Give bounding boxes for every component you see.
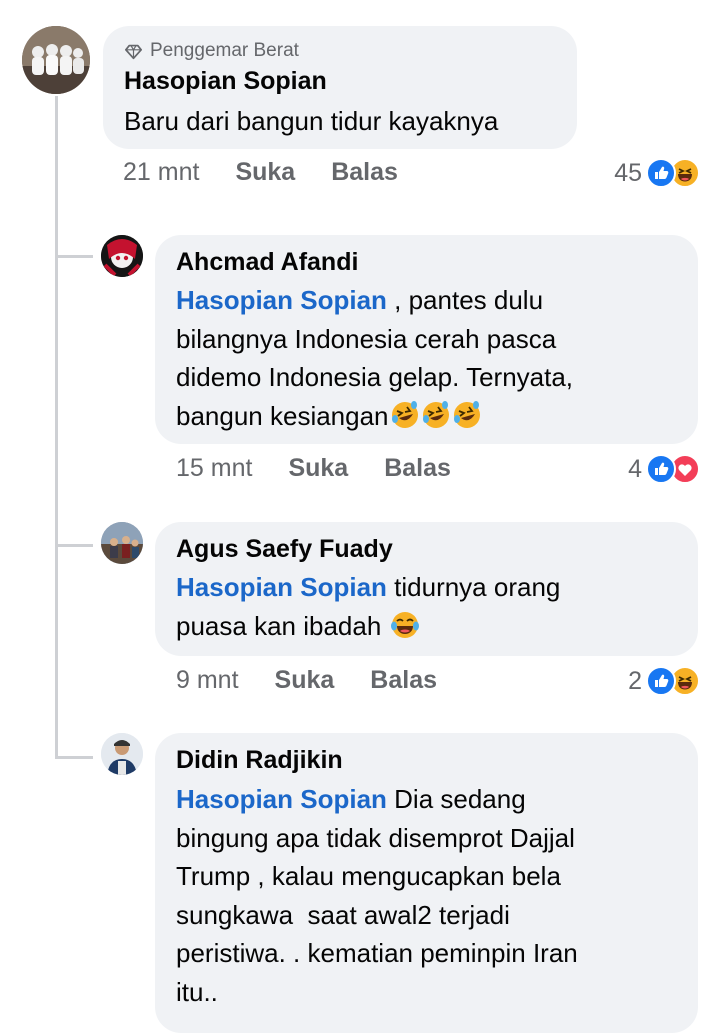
- reaction-summary[interactable]: 4: [628, 454, 700, 484]
- avatar[interactable]: [101, 235, 143, 277]
- comment-time[interactable]: 9 mnt: [176, 666, 239, 695]
- comment-author[interactable]: Ahcmad Afandi: [176, 248, 358, 277]
- tears-of-joy-emoji: [390, 611, 419, 638]
- comment-text: Hasopian Sopian Dia sedang bingung apa t…: [176, 780, 691, 1011]
- comment-text: Hasopian Sopian , pantes dulu bilangnya …: [176, 281, 691, 435]
- comment-text: Baru dari bangun tidur kayaknya: [124, 106, 499, 136]
- mention-link[interactable]: Hasopian Sopian: [176, 784, 387, 814]
- comment-line: bilangnya Indonesia cerah pasca: [176, 323, 557, 354]
- reaction-count: 45: [614, 158, 642, 187]
- rofl-emoji: [422, 400, 449, 428]
- comment-meta: 15 mnt Suka Balas: [176, 454, 451, 483]
- comment-text-segment: bangun kesiangan: [176, 400, 389, 431]
- reaction-count: 4: [628, 454, 642, 483]
- comment-time[interactable]: 15 mnt: [176, 454, 252, 483]
- comment-text-segment: , pantes dulu: [386, 285, 544, 315]
- comment-text-segment: tidurnya orang: [386, 572, 561, 602]
- mention-link[interactable]: Hasopian Sopian: [176, 285, 387, 315]
- rofl-emoji: [453, 400, 480, 428]
- mention-link[interactable]: Hasopian Sopian: [176, 572, 387, 602]
- reply-button[interactable]: Balas: [370, 666, 437, 695]
- thread-branch-1: [55, 255, 93, 258]
- like-button[interactable]: Suka: [288, 454, 348, 483]
- person-photo-icon: [101, 733, 143, 775]
- rofl-emoji: [391, 400, 418, 428]
- comment-line: Hasopian Sopian Dia sedang: [176, 780, 691, 819]
- anime-avatar-icon: [101, 235, 143, 277]
- top-fan-badge: Penggemar Berat: [125, 40, 299, 62]
- avatar[interactable]: [101, 733, 143, 775]
- comment-line: peristiwa. . kematian peminpin Iran: [176, 938, 578, 968]
- comment-line: didemo Indonesia gelap. Ternyata,: [176, 362, 574, 392]
- comment-text-segment: puasa kan ibadah: [176, 610, 389, 641]
- comment-meta: 9 mnt Suka Balas: [176, 666, 437, 695]
- avatar[interactable]: [22, 26, 90, 94]
- avatar[interactable]: [101, 522, 143, 564]
- comment-meta: 21 mnt Suka Balas: [123, 158, 398, 187]
- diamond-icon: [125, 44, 142, 59]
- thread-line-vertical: [55, 96, 58, 756]
- comment-bubble: Penggemar Berat Hasopian Sopian Baru dar…: [103, 26, 577, 149]
- group-photo-icon: [22, 26, 90, 94]
- reaction-summary[interactable]: 45: [614, 158, 700, 188]
- comment-line: puasa kan ibadah: [176, 607, 691, 646]
- comment-line: bangun kesiangan: [176, 397, 691, 436]
- like-icon: [646, 454, 676, 484]
- like-button[interactable]: Suka: [235, 158, 295, 187]
- thread-branch-3: [55, 756, 93, 759]
- like-icon: [646, 666, 676, 696]
- comment-author[interactable]: Hasopian Sopian: [124, 67, 327, 96]
- comment-text-segment: Dia sedang: [386, 784, 526, 814]
- badge-label: Penggemar Berat: [150, 40, 299, 61]
- like-button[interactable]: Suka: [275, 666, 335, 695]
- reaction-count: 2: [628, 666, 642, 695]
- comment-time[interactable]: 21 mnt: [123, 158, 199, 187]
- comment-text: Hasopian Sopian tidurnya orang puasa kan…: [176, 568, 691, 645]
- comment-line: sungkawa saat awal2 terjadi: [176, 899, 510, 930]
- comment-bubble: Agus Saefy Fuady Hasopian Sopian tidurny…: [155, 522, 698, 656]
- comment-line: itu..: [176, 976, 218, 1007]
- reply-button[interactable]: Balas: [331, 158, 398, 187]
- comment-bubble: Ahcmad Afandi Hasopian Sopian , pantes d…: [155, 235, 698, 444]
- comment-bubble: Didin Radjikin Hasopian Sopian Dia sedan…: [155, 733, 698, 1033]
- comment-line: Hasopian Sopian , pantes dulu: [176, 281, 691, 320]
- group-photo-icon: [101, 522, 143, 564]
- comment-line: Trump , kalau mengucapkan bela: [176, 861, 561, 891]
- thread-branch-2: [55, 544, 93, 547]
- comment-author[interactable]: Agus Saefy Fuady: [176, 535, 393, 564]
- like-icon: [646, 158, 676, 188]
- comment-author[interactable]: Didin Radjikin: [176, 746, 343, 775]
- comment-line: bingung apa tidak disemprot Dajjal: [176, 822, 575, 853]
- comment-line: Hasopian Sopian tidurnya orang: [176, 568, 691, 607]
- reply-button[interactable]: Balas: [384, 454, 451, 483]
- reaction-summary[interactable]: 2: [628, 666, 700, 696]
